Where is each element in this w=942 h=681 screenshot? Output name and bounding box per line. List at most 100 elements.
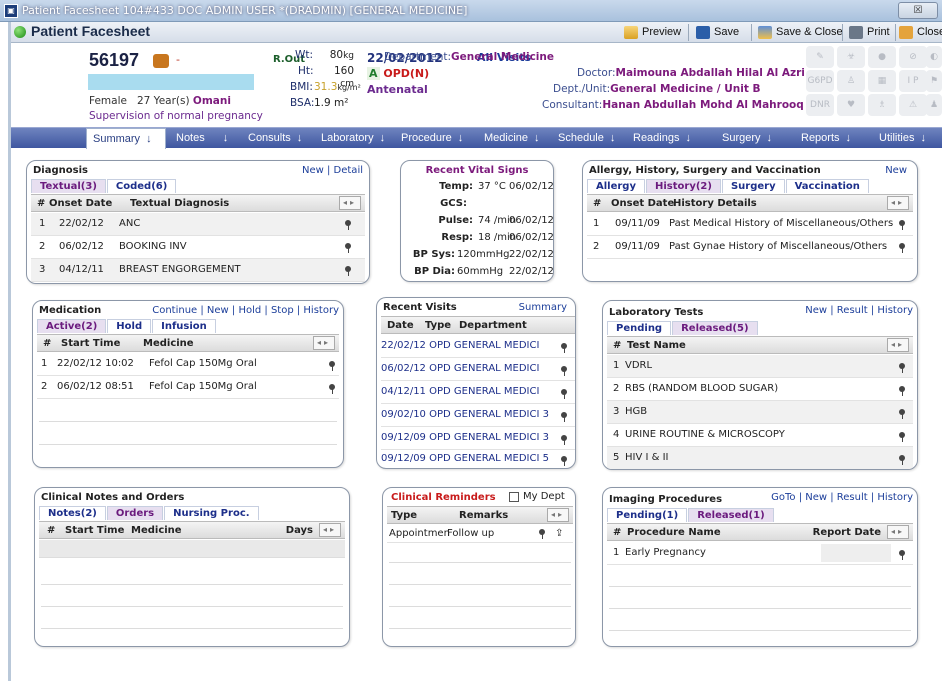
- tab-surgery[interactable]: Surgery ↓: [722, 128, 772, 149]
- preview-button[interactable]: Preview: [624, 24, 681, 41]
- biohazard-icon[interactable]: ☣: [837, 46, 865, 68]
- tab-textual[interactable]: Textual(3): [31, 179, 106, 193]
- pin-icon[interactable]: [899, 363, 905, 373]
- table-row[interactable]: 09/12/09 OPD GENERAL MEDICI 5: [381, 448, 575, 468]
- tab-coded[interactable]: Coded(6): [106, 179, 177, 193]
- close-button[interactable]: Close: [899, 24, 942, 41]
- medication-links[interactable]: Continue | New | Hold | Stop | History: [152, 305, 339, 316]
- table-row[interactable]: 04/12/11 OPD GENERAL MEDICI: [381, 381, 575, 404]
- tab-imaging-pending[interactable]: Pending(1): [607, 508, 688, 522]
- tab-schedule[interactable]: Schedule ↓: [558, 128, 615, 149]
- pin-icon[interactable]: [899, 243, 905, 253]
- person-icon[interactable]: ♙: [837, 70, 865, 92]
- tab-summary[interactable]: Summary ↓: [86, 128, 166, 149]
- my-dept-checkbox[interactable]: [509, 492, 519, 502]
- pin-icon[interactable]: [899, 455, 905, 465]
- pin-icon[interactable]: [899, 432, 905, 442]
- pin-icon[interactable]: [899, 220, 905, 230]
- scroll-arrows[interactable]: ◂▸: [887, 338, 909, 352]
- scroll-arrows[interactable]: ◂▸: [339, 196, 361, 210]
- syringe-icon[interactable]: ✎: [806, 46, 834, 68]
- flag-icon[interactable]: ⚑: [926, 70, 942, 92]
- ip-icon[interactable]: I P: [899, 70, 927, 92]
- table-row[interactable]: 06/02/12 OPD GENERAL MEDICI: [381, 358, 575, 381]
- save-close-button[interactable]: Save & Close: [758, 24, 843, 41]
- table-row[interactable]: 2 06/02/12 08:51 Fefol Cap 150Mg Oral: [37, 376, 339, 399]
- save-button[interactable]: Save: [696, 24, 739, 41]
- tab-orders[interactable]: Orders: [106, 506, 164, 520]
- tab-history[interactable]: History(2): [646, 179, 721, 193]
- scroll-arrows[interactable]: ◂▸: [547, 508, 569, 522]
- pin-icon[interactable]: [539, 529, 545, 539]
- pin-icon[interactable]: [329, 384, 335, 394]
- tab-infusion[interactable]: Infusion: [152, 319, 216, 333]
- table-row[interactable]: [39, 540, 345, 558]
- table-row[interactable]: 1 VDRL: [607, 355, 913, 378]
- pin-icon[interactable]: [561, 343, 567, 353]
- tab-readings[interactable]: Readings ↓: [633, 128, 691, 149]
- window-close-button[interactable]: ☒: [898, 2, 938, 19]
- tab-imaging-released[interactable]: Released(1): [688, 508, 774, 522]
- warning-icon[interactable]: ⚠: [899, 94, 927, 116]
- tab-utilities[interactable]: Utilities ↓: [879, 128, 926, 149]
- patient-photo-icon[interactable]: [153, 54, 169, 68]
- table-row[interactable]: 3 HGB: [607, 401, 913, 424]
- pill-icon[interactable]: ◐: [926, 46, 942, 68]
- table-row[interactable]: 09/12/09 OPD GENERAL MEDICI 3: [381, 427, 575, 450]
- pin-icon[interactable]: [899, 386, 905, 396]
- table-row[interactable]: 2 06/02/12 BOOKING INV: [31, 236, 365, 259]
- pin-icon[interactable]: [561, 412, 567, 422]
- tab-released[interactable]: Released(5): [672, 321, 758, 335]
- pin-icon[interactable]: [899, 550, 905, 560]
- upload-icon[interactable]: ⇪: [555, 525, 563, 542]
- table-row[interactable]: 1 22/02/12 10:02 Fefol Cap 150Mg Oral: [37, 353, 339, 376]
- dnr-icon[interactable]: DNR: [806, 94, 834, 116]
- tab-medicine[interactable]: Medicine ↓: [484, 128, 540, 149]
- allergy-new-link[interactable]: New: [885, 165, 907, 176]
- g6pd-icon[interactable]: G6PD: [806, 70, 834, 92]
- no-entry-icon[interactable]: ⊘: [899, 46, 927, 68]
- table-row[interactable]: 1 09/11/09 Past Medical History of Miscell…: [587, 213, 913, 236]
- table-row[interactable]: 1 Early Pregnancy: [607, 542, 913, 565]
- scroll-arrows[interactable]: ◂▸: [887, 196, 909, 210]
- table-row[interactable]: 09/02/10 OPD GENERAL MEDICI 3: [381, 404, 575, 427]
- table-row[interactable]: 4 URINE ROUTINE & MICROSCOPY: [607, 424, 913, 447]
- lungs-icon[interactable]: ♥: [837, 94, 865, 116]
- tab-surgery-sub[interactable]: Surgery: [721, 179, 785, 193]
- tab-notes[interactable]: Notes ↓: [176, 128, 228, 149]
- tab-consults[interactable]: Consults ↓: [248, 128, 302, 149]
- print-button[interactable]: Print: [849, 24, 890, 41]
- table-row[interactable]: 2 RBS (RANDOM BLOOD SUGAR): [607, 378, 913, 401]
- tab-laboratory[interactable]: Laboratory ↓: [321, 128, 385, 149]
- pin-icon[interactable]: [561, 456, 567, 466]
- visits-summary-link[interactable]: Summary: [519, 302, 567, 313]
- tab-active[interactable]: Active(2): [37, 319, 107, 333]
- pin-icon[interactable]: [899, 409, 905, 419]
- scroll-arrows[interactable]: ◂▸: [887, 525, 909, 539]
- table-row[interactable]: 3 04/12/11 BREAST ENGORGEMENT: [31, 259, 365, 282]
- grid-icon[interactable]: ▦: [868, 70, 896, 92]
- tab-reports[interactable]: Reports ↓: [801, 128, 851, 149]
- table-row[interactable]: Appointmen Follow up ⇪: [387, 525, 573, 543]
- table-row[interactable]: 2 09/11/09 Past Gynae History of Miscellan…: [587, 236, 913, 259]
- pin-icon[interactable]: [561, 366, 567, 376]
- pin-icon[interactable]: [561, 389, 567, 399]
- scroll-arrows[interactable]: ◂▸: [319, 523, 341, 537]
- pin-icon[interactable]: [561, 435, 567, 445]
- tab-allergy[interactable]: Allergy: [587, 179, 645, 193]
- imaging-links[interactable]: GoTo | New | Result | History: [771, 492, 913, 503]
- tab-procedure[interactable]: Procedure ↓: [401, 128, 463, 149]
- pin-icon[interactable]: [329, 361, 335, 371]
- pin-icon[interactable]: [345, 220, 351, 230]
- tab-pending[interactable]: Pending: [607, 321, 672, 335]
- lab-links[interactable]: New | Result | History: [805, 305, 913, 316]
- tab-notes-sub[interactable]: Notes(2): [39, 506, 106, 520]
- table-row[interactable]: 1 22/02/12 ANC: [31, 213, 365, 236]
- table-row[interactable]: 5 HIV I & II: [607, 447, 913, 469]
- tab-hold[interactable]: Hold: [107, 319, 152, 333]
- drop-icon[interactable]: ●: [868, 46, 896, 68]
- pin-icon[interactable]: [345, 266, 351, 276]
- bottle-icon[interactable]: ♗: [868, 94, 896, 116]
- tab-nursing-proc[interactable]: Nursing Proc.: [164, 506, 259, 520]
- tab-vaccination[interactable]: Vaccination: [785, 179, 869, 193]
